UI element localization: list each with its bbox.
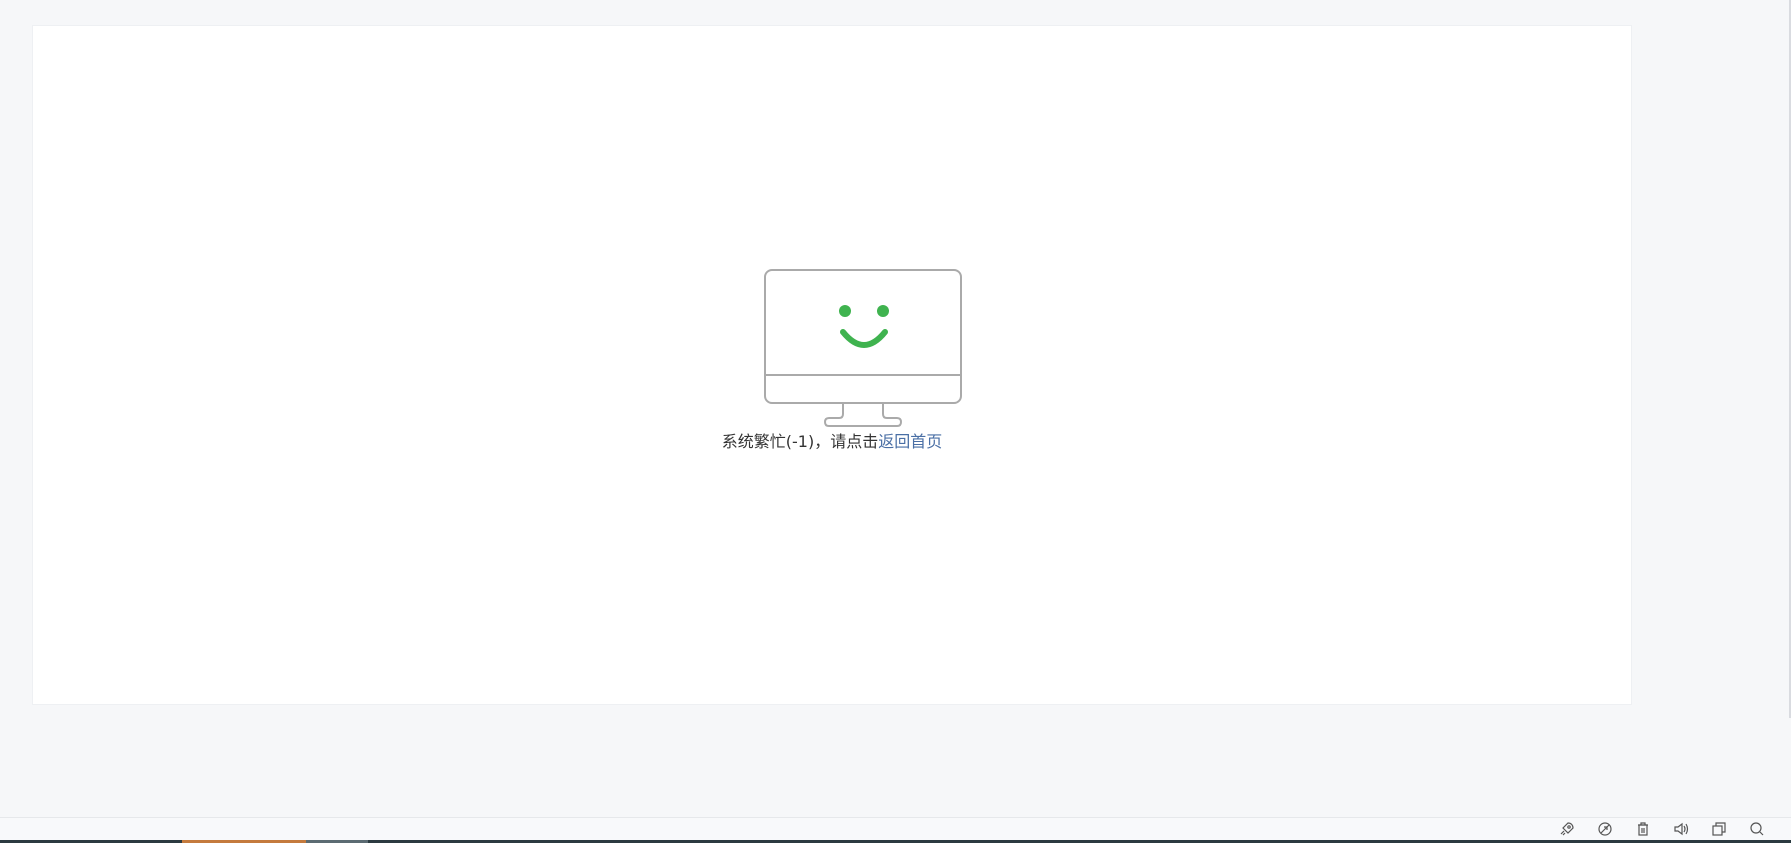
search-icon[interactable] xyxy=(1747,819,1767,839)
content-card xyxy=(32,25,1632,705)
leaf-icon[interactable] xyxy=(1595,819,1615,839)
tray-icons xyxy=(1557,819,1767,839)
speaker-icon[interactable] xyxy=(1671,819,1691,839)
monitor-smile-icon xyxy=(764,269,962,427)
rocket-icon[interactable] xyxy=(1557,819,1577,839)
trash-icon[interactable] xyxy=(1633,819,1653,839)
window-icon[interactable] xyxy=(1709,819,1729,839)
return-home-link[interactable]: 返回首页 xyxy=(878,432,942,451)
error-message-text: 系统繁忙(-1)，请点击 xyxy=(721,432,879,451)
error-message: 系统繁忙(-1)，请点击返回首页 xyxy=(0,428,1664,452)
